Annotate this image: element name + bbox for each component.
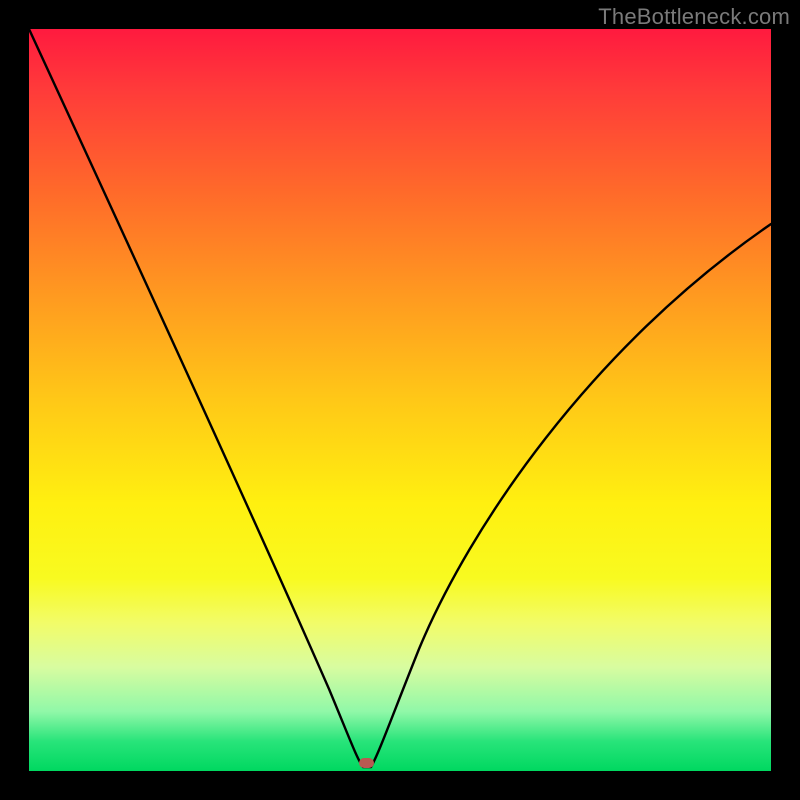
watermark-text: TheBottleneck.com: [598, 4, 790, 30]
bottleneck-curve: [29, 29, 771, 771]
chart-plot-area: [29, 29, 771, 771]
optimal-point-marker: [359, 758, 374, 768]
curve-path: [29, 29, 771, 767]
